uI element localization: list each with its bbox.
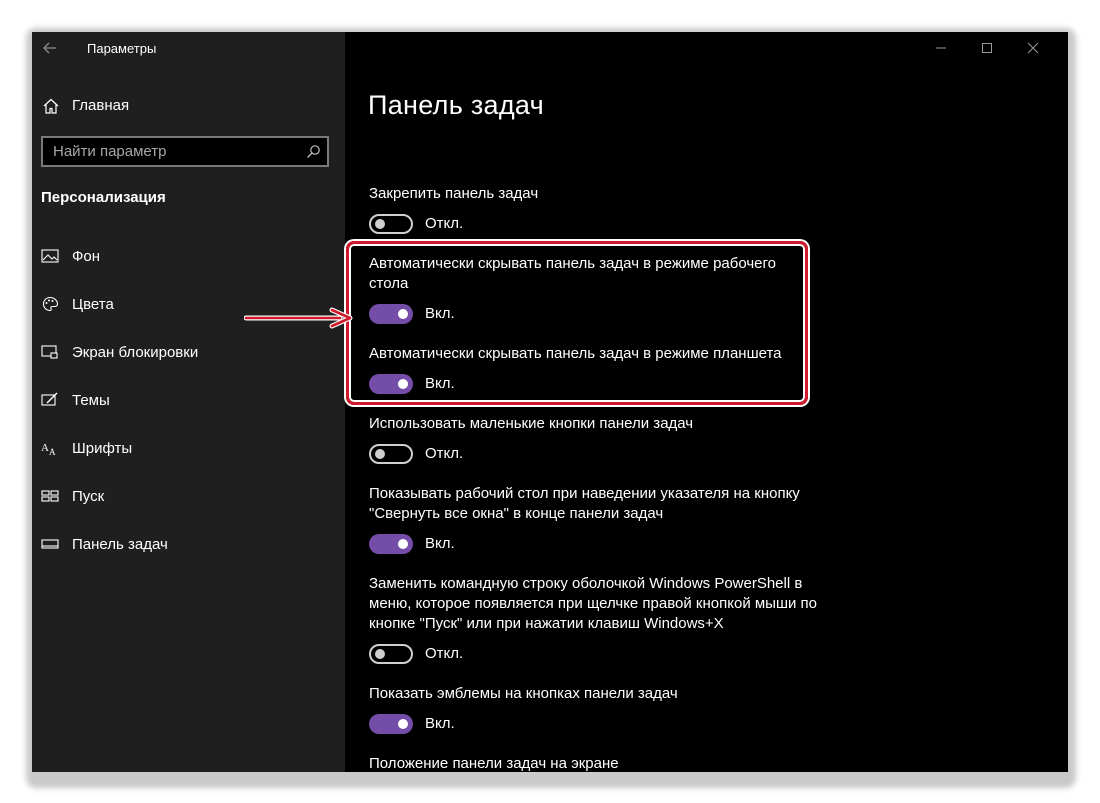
home-label: Главная [72,97,130,114]
toggle-state: Откл. [425,215,464,232]
sidebar-item-label: Фон [72,248,101,265]
setting-label: Заменить командную строку оболочкой Wind… [369,575,818,632]
sidebar-item-home[interactable]: Главная [32,92,345,120]
setting-label: Автоматически скрывать панель задач в ре… [369,345,782,362]
toggle-state: Откл. [425,645,464,662]
toggle-state: Вкл. [425,305,455,322]
search-icon[interactable] [306,144,321,159]
search-box[interactable] [41,136,329,167]
close-icon[interactable] [1010,32,1056,64]
sidebar-item-fonts[interactable]: AA Шрифты [32,432,345,464]
toggle-state: Откл. [425,445,464,462]
svg-text:A: A [49,447,56,456]
back-arrow-icon[interactable] [38,36,62,60]
setting-powershell: Заменить командную строку оболочкой Wind… [369,574,819,664]
setting-label: Показывать рабочий стол при наведении ук… [369,485,800,522]
toggle-switch[interactable] [369,444,413,464]
sidebar-item-label: Пуск [72,488,105,505]
themes-brush-icon [41,392,59,408]
svg-text:A: A [41,442,49,454]
main-content: Панель задач Закрепить панель задач Откл… [345,32,1068,772]
setting-lock-taskbar: Закрепить панель задач Откл. [369,184,809,234]
start-tiles-icon [41,488,59,504]
window-controls [918,32,1068,64]
toggle-switch[interactable] [369,214,413,234]
setting-label: Использовать маленькие кнопки панели зад… [369,415,694,432]
palette-icon [41,296,59,312]
sidebar: Параметры Главная Персонализация [32,32,345,772]
fonts-icon: AA [41,440,59,457]
taskbar-icon [41,536,59,552]
sidebar-item-themes[interactable]: Темы [32,384,345,416]
toggle-switch[interactable] [369,714,413,734]
setting-label: Автоматически скрывать панель задач в ре… [369,255,776,292]
setting-label: Закрепить панель задач [369,185,539,202]
toggle-state: Вкл. [425,535,455,552]
taskbar-position-heading: Положение панели задач на экране [369,754,809,772]
maximize-icon[interactable] [964,32,1010,64]
setting-label: Показать эмблемы на кнопках панели задач [369,685,678,702]
setting-small-buttons: Использовать маленькие кнопки панели зад… [369,414,809,464]
home-icon [42,97,60,115]
minimize-icon[interactable] [918,32,964,64]
titlebar-left: Параметры [32,32,345,64]
app-title: Параметры [87,41,157,56]
toggle-switch[interactable] [369,534,413,554]
sidebar-item-label: Панель задач [72,536,168,553]
picture-icon [41,248,59,264]
toggle-switch[interactable] [369,304,413,324]
sidebar-item-label: Цвета [72,296,114,313]
sidebar-item-taskbar[interactable]: Панель задач [32,528,345,560]
setting-autohide-desktop: Автоматически скрывать панель задач в ре… [369,254,789,324]
toggle-switch[interactable] [369,644,413,664]
toggle-state: Вкл. [425,375,455,392]
lock-screen-icon [41,344,59,360]
search-input[interactable] [43,138,298,165]
setting-peek-desktop: Показывать рабочий стол при наведении ук… [369,484,814,554]
sidebar-item-lock-screen[interactable]: Экран блокировки [32,336,345,368]
page-title: Панель задач [368,90,545,120]
toggle-switch[interactable] [369,374,413,394]
section-heading: Положение панели задач на экране [369,755,619,772]
toggle-state: Вкл. [425,715,455,732]
sidebar-item-label: Экран блокировки [72,344,199,361]
setting-autohide-tablet: Автоматически скрывать панель задач в ре… [369,344,799,394]
settings-window: Параметры Главная Персонализация [32,32,1068,772]
section-title: Персонализация [41,189,166,206]
sidebar-item-label: Темы [72,392,110,409]
sidebar-item-background[interactable]: Фон [32,240,345,272]
annotation-arrow-icon [244,307,353,329]
sidebar-item-label: Шрифты [72,440,133,457]
sidebar-item-start[interactable]: Пуск [32,480,345,512]
setting-badges: Показать эмблемы на кнопках панели задач… [369,684,809,734]
